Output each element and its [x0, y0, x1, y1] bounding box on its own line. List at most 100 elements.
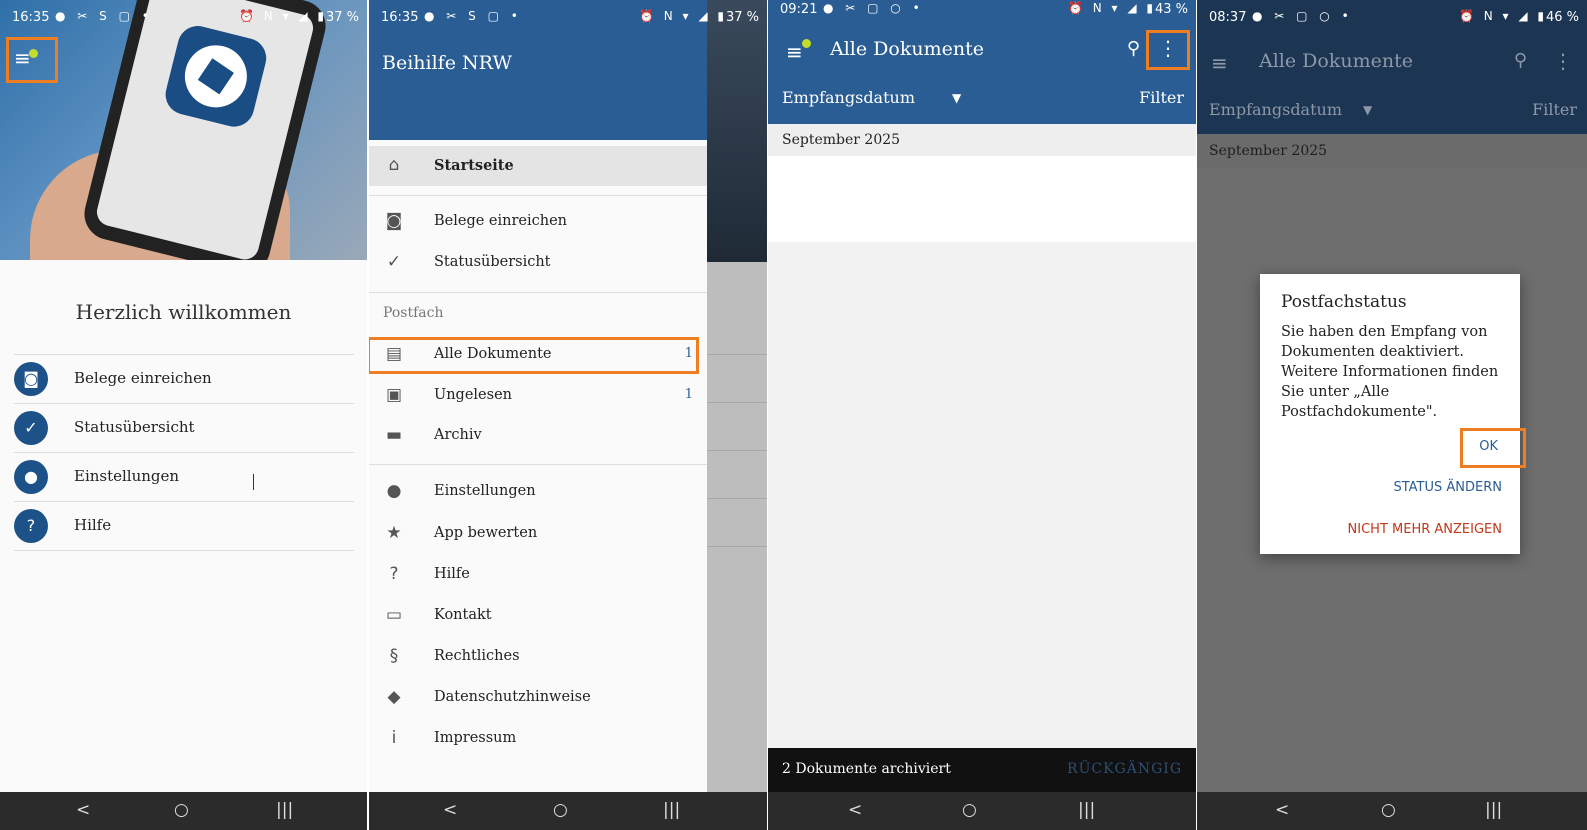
change-status-button[interactable]: STATUS ÄNDERN — [1393, 480, 1502, 495]
help-icon: ? — [14, 509, 48, 543]
back-icon[interactable]: < — [76, 800, 90, 820]
notification-icons: ● ✂ ▢ ○ • — [1252, 9, 1353, 23]
status-time: 08:37 — [1209, 10, 1247, 25]
phone-illustration — [78, 0, 332, 260]
system-icons: ⏰ N ▾ ◢ ▮ — [238, 9, 327, 23]
month-label: September 2025 — [782, 132, 901, 148]
camera-plus-icon: ◙ — [385, 211, 403, 231]
star-icon: ★ — [386, 523, 402, 543]
drawer-item-archiv[interactable]: ▬ Archiv — [369, 416, 707, 456]
notification-icons: ● ✂ S ▢ • — [424, 9, 522, 23]
status-bar: 16:35 ● ✂ S ▢ • ⏰ N ▾ ◢ ▮ 37 % — [369, 0, 767, 34]
drawer-item-bewerten[interactable]: ★ App bewerten — [369, 514, 707, 554]
drawer-item-kontakt[interactable]: ▭ Kontakt — [369, 596, 707, 636]
drawer-item-label: Ungelesen — [434, 387, 513, 403]
unread-count-badge: 1 — [684, 387, 693, 402]
sort-dropdown: Empfangsdatum — [1209, 100, 1342, 119]
battery-level: 37 % — [725, 10, 759, 25]
divider — [707, 450, 767, 451]
drawer-item-ungelesen[interactable]: ▣ Ungelesen 1 — [369, 376, 707, 416]
home-item-label: Hilfe — [74, 516, 112, 534]
notification-icons: ● ✂ S ▢ • — [55, 9, 153, 23]
recents-icon[interactable]: ||| — [1485, 800, 1502, 820]
home-icon[interactable]: ○ — [174, 800, 189, 820]
screen-home: 16:35 ● ✂ S ▢ • ⏰ N ▾ ◢ ▮ 37 % ≡ Herzlic… — [0, 0, 367, 830]
drawer-item-datenschutz[interactable]: ◆ Datenschutzhinweise — [369, 678, 707, 718]
home-item-belege[interactable]: ◙ Belege einreichen — [14, 355, 354, 404]
system-navbar: < ○ ||| — [768, 792, 1196, 830]
drawer-item-belege[interactable]: ◙ Belege einreichen — [369, 202, 707, 242]
chevron-down-icon[interactable]: ▼ — [952, 91, 961, 105]
status-time: 16:35 — [381, 10, 419, 25]
divider — [707, 402, 767, 403]
drawer-item-einstellungen[interactable]: ● Einstellungen — [369, 472, 707, 512]
paragraph-icon: § — [389, 646, 399, 666]
section-postfach: Postfach — [383, 305, 444, 321]
more-options-icon: ⋮ — [1553, 49, 1573, 73]
shield-icon: ◆ — [387, 687, 401, 707]
home-item-label: Einstellungen — [74, 467, 180, 485]
highlight-alle-dokumente — [369, 337, 699, 374]
drawer-item-startseite[interactable]: ⌂ Startseite — [369, 146, 707, 186]
divider — [369, 292, 707, 293]
highlight-more-options — [1146, 30, 1190, 70]
back-icon[interactable]: < — [1275, 800, 1289, 820]
sort-dropdown[interactable]: Empfangsdatum — [782, 88, 915, 107]
help-icon: ? — [389, 564, 399, 584]
recents-icon[interactable]: ||| — [663, 800, 680, 820]
status-bar: 16:35 ● ✂ S ▢ • ⏰ N ▾ ◢ ▮ 37 % — [0, 0, 367, 34]
drawer-item-label: Belege einreichen — [434, 213, 568, 229]
home-item-hilfe[interactable]: ? Hilfe — [14, 502, 354, 551]
menu-icon[interactable]: ≡ — [786, 40, 803, 64]
highlight-menu-button — [6, 37, 58, 83]
back-icon[interactable]: < — [443, 800, 457, 820]
home-icon: ⌂ — [388, 155, 400, 175]
menu-icon: ≡ — [1211, 51, 1228, 75]
system-icons: ⏰ N ▾ ◢ ▮ — [1458, 9, 1547, 23]
document-list — [768, 156, 1196, 242]
postfach-status-dialog: Postfachstatus Sie haben den Empfang von… — [1260, 274, 1526, 554]
screen-documents: ≡ Alle Dokumente ⚲ ⋮ Empfangsdatum ▼ Fil… — [768, 0, 1196, 830]
document-check-icon: ✓ — [14, 411, 48, 445]
home-item-label: Belege einreichen — [74, 369, 212, 387]
chevron-down-icon: ▼ — [1363, 103, 1373, 117]
drawer-item-impressum[interactable]: i Impressum — [369, 719, 707, 759]
status-time: 16:35 — [12, 10, 50, 25]
drawer-item-label: Rechtliches — [434, 648, 520, 664]
drawer-item-label: App bewerten — [434, 525, 538, 541]
drawer-item-label: Hilfe — [434, 566, 470, 582]
dont-show-again-button[interactable]: NICHT MEHR ANZEIGEN — [1348, 522, 1502, 537]
status-bar: 09:21 ● ✂ ▢ ○ • ⏰ N ▾ ◢ ▮ 43 % — [768, 0, 1196, 34]
text-cursor — [253, 474, 254, 490]
drawer-item-status[interactable]: ✓ Statusübersicht — [369, 243, 707, 283]
undo-button[interactable]: RÜCKGÄNGIG — [1067, 761, 1182, 777]
back-icon[interactable]: < — [848, 800, 862, 820]
drawer-item-label: Startseite — [434, 157, 514, 174]
divider — [707, 354, 767, 355]
snackbar: 2 Dokumente archiviert RÜCKGÄNGIG — [768, 748, 1196, 792]
home-icon[interactable]: ○ — [553, 800, 568, 820]
search-icon[interactable]: ⚲ — [1127, 38, 1140, 59]
battery-level: 43 % — [1154, 2, 1188, 17]
drawer-item-label: Kontakt — [434, 607, 492, 623]
home-icon[interactable]: ○ — [962, 800, 977, 820]
system-icons: ⏰ N ▾ ◢ ▮ — [1067, 1, 1156, 15]
drawer-item-hilfe[interactable]: ? Hilfe — [369, 555, 707, 595]
highlight-ok-button — [1460, 428, 1526, 468]
divider — [707, 498, 767, 499]
home-item-status[interactable]: ✓ Statusübersicht — [14, 404, 354, 453]
drawer-item-rechtliches[interactable]: § Rechtliches — [369, 637, 707, 677]
drawer-item-label: Statusübersicht — [434, 254, 551, 270]
search-icon: ⚲ — [1513, 50, 1527, 71]
person-icon: ● — [14, 460, 48, 494]
system-navbar: < ○ ||| — [1197, 792, 1587, 830]
recents-icon[interactable]: ||| — [1078, 800, 1095, 820]
filter-button[interactable]: Filter — [1139, 88, 1184, 107]
home-item-einstellungen[interactable]: ● Einstellungen — [14, 453, 354, 502]
recents-icon[interactable]: ||| — [276, 800, 293, 820]
status-bar: 08:37 ● ✂ ▢ ○ • ⏰ N ▾ ◢ ▮ 46 % — [1197, 0, 1587, 34]
divider — [707, 546, 767, 547]
drawer-item-label: Einstellungen — [434, 483, 536, 499]
home-icon[interactable]: ○ — [1381, 800, 1396, 820]
document-check-icon: ✓ — [386, 252, 402, 272]
